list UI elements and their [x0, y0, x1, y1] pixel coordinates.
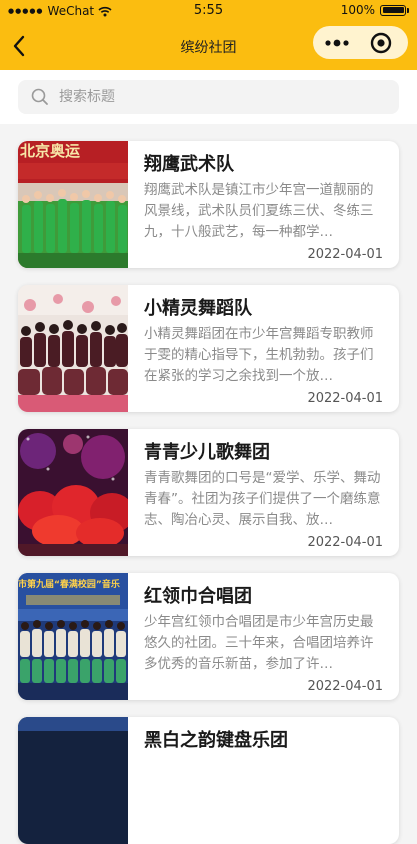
item-description: 小精灵舞蹈团在市少年宫舞蹈专职教师于雯的精心指导下，生机勃勃。孩子们在紧张的学习…: [144, 326, 374, 384]
list-item[interactable]: 黑白之韵键盘乐团: [18, 717, 399, 844]
item-info: 青青少儿歌舞团 青青歌舞团的口号是“爱学、乐学、舞动青春”。社团为孩子们提供了一…: [128, 429, 399, 556]
dance-photo: [18, 285, 128, 412]
list-item[interactable]: 小精灵舞蹈队 小精灵舞蹈团在市少年宫舞蹈专职教师于雯的精心指导下，生机勃勃。孩子…: [18, 285, 399, 412]
target-close-icon: [370, 32, 392, 53]
choir-photo: 市第九届“春满校园”音乐: [18, 573, 128, 700]
battery-icon: [380, 4, 406, 16]
list-item[interactable]: 青青少儿歌舞团 青青歌舞团的口号是“爱学、乐学、舞动青春”。社团为孩子们提供了一…: [18, 429, 399, 556]
item-description: 青青歌舞团的口号是“爱学、乐学、舞动青春”。社团为孩子们提供了一个磨练意志、陶冶…: [144, 470, 381, 528]
nav-bar: 缤纷社团: [0, 22, 417, 70]
mini-program-capsule: [313, 26, 408, 59]
club-thumbnail: [18, 429, 128, 556]
club-thumbnail: 北京奥运: [18, 141, 128, 268]
club-thumbnail: [18, 717, 128, 844]
battery-percent: 100%: [340, 3, 375, 17]
item-info: 翔鹰武术队 翔鹰武术队是镇江市少年宫一道靓丽的风景线，武术队员们夏练三伏、冬练三…: [128, 141, 399, 268]
song-dance-photo: [18, 429, 128, 556]
item-date: 2022-04-01: [307, 535, 383, 550]
list-item[interactable]: 北京奥运 翔鹰武术队 翔鹰武术队是镇江市少年宫一道靓丽的风景线，武术队员们夏练三…: [18, 141, 399, 268]
item-date: 2022-04-01: [307, 391, 383, 406]
item-description: [144, 756, 383, 819]
battery-tip: [407, 7, 409, 13]
item-info: 黑白之韵键盘乐团: [128, 717, 399, 844]
search-box[interactable]: [18, 80, 399, 114]
close-button[interactable]: [361, 26, 401, 59]
item-description: 少年宫红领巾合唱团是市少年宫历史最悠久的社团。三十年来，合唱团培养许多优秀的音乐…: [144, 614, 374, 672]
search-input[interactable]: [57, 88, 361, 106]
item-description: 翔鹰武术队是镇江市少年宫一道靓丽的风景线，武术队员们夏练三伏、冬练三九，十八般武…: [144, 182, 374, 240]
item-date: 2022-04-01: [307, 247, 383, 262]
keyboard-band-photo: [18, 717, 128, 844]
list-item[interactable]: 市第九届“春满校园”音乐 红领巾合唱团 少年宫红领巾合唱团是市少年宫历史最悠久的…: [18, 573, 399, 700]
item-title: 黑白之韵键盘乐团: [144, 730, 288, 751]
search-icon: [31, 88, 48, 105]
more-button[interactable]: [313, 26, 361, 59]
item-title: 红领巾合唱团: [144, 586, 252, 607]
club-thumbnail: 市第九届“春满校园”音乐: [18, 573, 128, 700]
item-date: 2022-04-01: [307, 679, 383, 694]
photo-banner-text: 北京奥运: [20, 142, 80, 160]
item-title: 小精灵舞蹈队: [144, 298, 252, 319]
battery-group: 100%: [341, 3, 409, 17]
item-info: 红领巾合唱团 少年宫红领巾合唱团是市少年宫历史最悠久的社团。三十年来，合唱团培养…: [128, 573, 399, 700]
search-bar: [0, 70, 417, 124]
more-dots-icon: [325, 39, 349, 46]
wushu-photo: 北京奥运: [18, 141, 128, 268]
photo-banner-text: 市第九届“春满校园”音乐: [18, 578, 120, 590]
item-info: 小精灵舞蹈队 小精灵舞蹈团在市少年宫舞蹈专职教师于雯的精心指导下，生机勃勃。孩子…: [128, 285, 399, 412]
status-bar: ●●●●● WeChat 5:55 100%: [0, 0, 417, 22]
item-title: 青青少儿歌舞团: [144, 442, 270, 463]
club-thumbnail: [18, 285, 128, 412]
item-title: 翔鹰武术队: [144, 154, 234, 175]
